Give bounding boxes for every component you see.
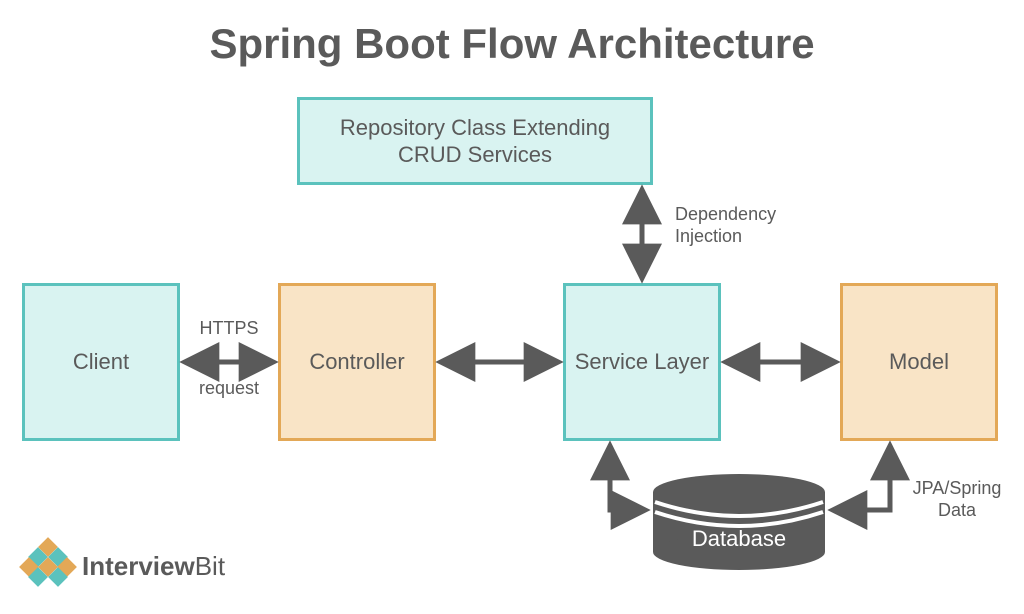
client-label: Client xyxy=(73,348,129,376)
brand-name-thin: Bit xyxy=(195,551,225,581)
service-layer-box: Service Layer xyxy=(563,283,721,441)
arrow-service-database xyxy=(610,447,644,510)
controller-label: Controller xyxy=(309,348,404,376)
brand-name: InterviewBit xyxy=(82,551,225,582)
controller-box: Controller xyxy=(278,283,436,441)
model-box: Model xyxy=(840,283,998,441)
arrow-model-database xyxy=(834,447,890,510)
brand-name-bold: Interview xyxy=(82,551,195,581)
dependency-injection-label: Dependency Injection xyxy=(675,204,805,247)
service-label: Service Layer xyxy=(575,348,710,376)
jpa-label: JPA/Spring Data xyxy=(907,478,1007,521)
database-cylinder: Database xyxy=(650,474,828,570)
diagram-title: Spring Boot Flow Architecture xyxy=(0,20,1024,68)
request-label: request xyxy=(188,378,270,400)
brand-logo-icon xyxy=(22,540,74,592)
brand: InterviewBit xyxy=(22,540,225,592)
model-label: Model xyxy=(889,348,949,376)
repository-label: Repository Class Extending CRUD Services xyxy=(308,114,642,169)
repository-box: Repository Class Extending CRUD Services xyxy=(297,97,653,185)
database-label: Database xyxy=(650,526,828,552)
client-box: Client xyxy=(22,283,180,441)
https-label: HTTPS xyxy=(188,318,270,340)
